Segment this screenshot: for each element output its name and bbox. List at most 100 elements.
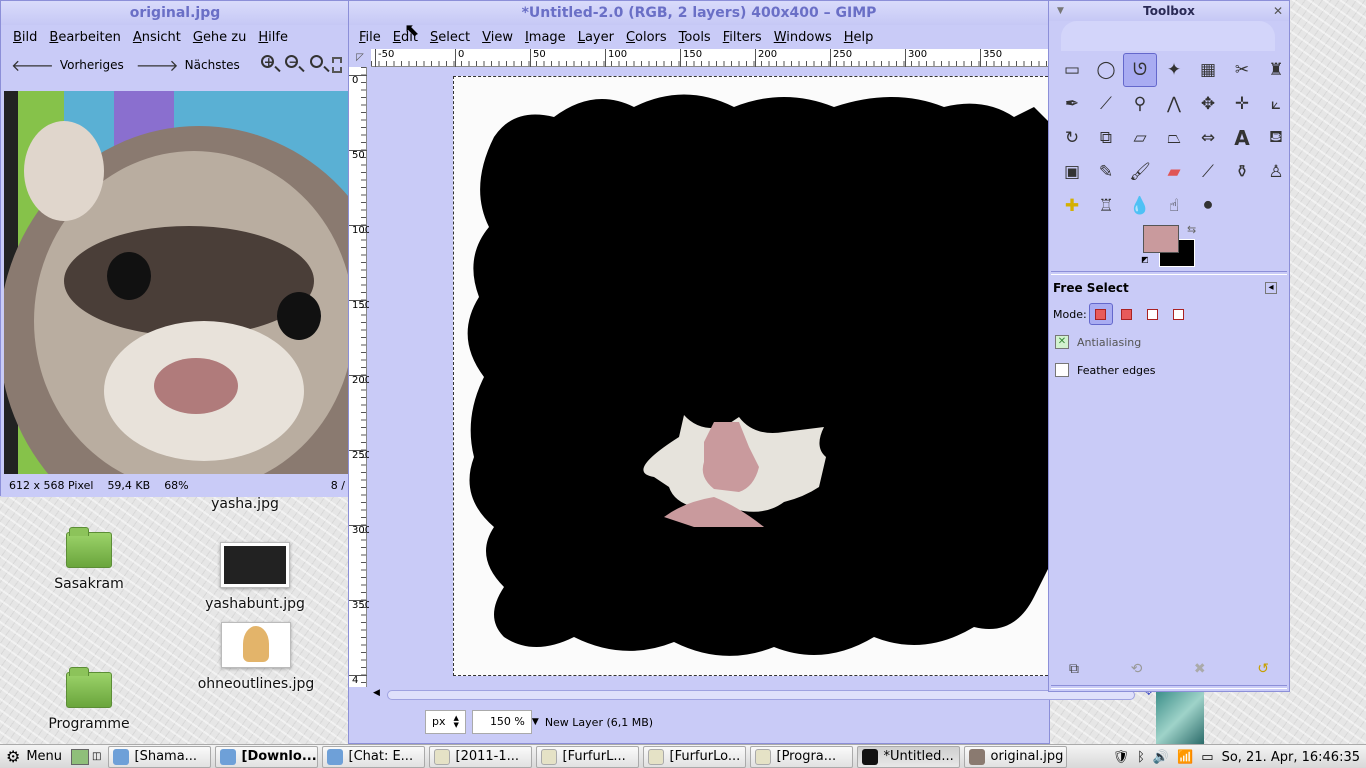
task-chat[interactable]: [Chat: E...	[321, 745, 425, 768]
unit-selector[interactable]: px ▲ ▼	[425, 710, 466, 734]
vertical-ruler[interactable]: 0 50 100 150 200 250 300 350 4	[349, 67, 371, 687]
task-folder-furfurlo[interactable]: [FurfurLo...	[642, 745, 746, 768]
free-select-icon[interactable]: ᘎ	[1123, 53, 1157, 87]
delete-options-icon[interactable]: ✖	[1194, 661, 1206, 677]
desktop-icon-programme[interactable]: Programme	[44, 667, 134, 732]
previous-button[interactable]: 🡐 Vorheriges	[11, 55, 124, 75]
viewer-titlebar[interactable]: original.jpg	[1, 1, 349, 25]
task-downloads[interactable]: [Downlo...	[214, 745, 318, 768]
crop-icon[interactable]: ⟀	[1259, 87, 1293, 121]
menu-windows[interactable]: Windows	[774, 30, 832, 45]
pencil-icon[interactable]: ✎	[1089, 155, 1123, 189]
reset-colors-icon[interactable]: ◩	[1141, 255, 1149, 264]
task-original-jpg[interactable]: original.jpg	[963, 745, 1067, 768]
zoom-in-button[interactable]: +	[259, 54, 274, 76]
rect-select-icon[interactable]: ▭	[1055, 53, 1089, 87]
fuzzy-select-icon[interactable]: ✦	[1157, 53, 1191, 87]
antialiasing-checkbox[interactable]: ✕	[1055, 335, 1069, 349]
select-by-color-icon[interactable]: ▦	[1191, 53, 1225, 87]
clock[interactable]: So, 21. Apr, 16:46:35	[1222, 750, 1360, 765]
paths-icon[interactable]: ✒	[1055, 87, 1089, 121]
canvas-area[interactable]	[369, 68, 1051, 686]
terminal-launcher-icon[interactable]	[71, 748, 90, 765]
desktop-icon-yashabunt[interactable]: yashabunt.jpg	[200, 542, 310, 612]
airbrush-icon[interactable]: ⟋	[1191, 155, 1225, 189]
feather-option[interactable]: Feather edges	[1055, 363, 1156, 377]
scroll-left-icon[interactable]: ◀	[373, 688, 380, 698]
mode-subtract-button[interactable]	[1141, 303, 1165, 325]
zoom-fit-button[interactable]	[308, 54, 323, 76]
blend-icon[interactable]: ▣	[1055, 155, 1089, 189]
zoom-field[interactable]: 150 %	[471, 710, 532, 734]
heal-icon[interactable]: ✚	[1055, 189, 1089, 223]
viewer-menu-bild[interactable]: Bild	[13, 30, 37, 45]
mode-add-button[interactable]	[1115, 303, 1139, 325]
volume-icon[interactable]: 🔊	[1153, 750, 1169, 765]
eraser-icon[interactable]: ▰	[1157, 155, 1191, 189]
flip-icon[interactable]: ⇔	[1191, 121, 1225, 155]
zoom-dropdown-icon[interactable]: ▼	[532, 717, 539, 727]
start-menu-button[interactable]: ⚙ Menu	[0, 747, 68, 766]
zoom-out-button[interactable]: −	[283, 54, 298, 76]
wilber-drop-area[interactable]	[1061, 21, 1275, 51]
ruler-corner-icon[interactable]: ◸	[351, 49, 369, 67]
paintbrush-icon[interactable]: 🖌	[1123, 155, 1157, 189]
scrollbar-thumb[interactable]	[387, 690, 1135, 700]
bucket-fill-icon[interactable]: ⛾	[1259, 121, 1293, 155]
image-canvas[interactable]	[453, 76, 1051, 676]
battery-icon[interactable]: ▭	[1201, 750, 1213, 765]
task-folder-2011[interactable]: [2011-1...	[428, 745, 532, 768]
menu-view[interactable]: View	[482, 30, 513, 45]
network-signal-icon[interactable]: 📶	[1177, 750, 1193, 765]
menu-layer[interactable]: Layer	[578, 30, 614, 45]
viewer-menu-bearbeiten[interactable]: Bearbeiten	[49, 30, 120, 45]
toolbox-titlebar[interactable]: ▼ Toolbox ✕	[1049, 1, 1289, 21]
mode-intersect-button[interactable]	[1167, 303, 1191, 325]
task-shama[interactable]: [Shama...	[107, 745, 211, 768]
menu-colors[interactable]: Colors	[626, 30, 667, 45]
viewer-menu-gehe-zu[interactable]: Gehe zu	[193, 30, 247, 45]
horizontal-scrollbar[interactable]: ◀ ✥	[369, 688, 1153, 702]
ellipse-select-icon[interactable]: ◯	[1089, 53, 1123, 87]
menu-help[interactable]: Help	[844, 30, 874, 45]
foreground-color-swatch[interactable]	[1143, 225, 1179, 253]
menu-tools[interactable]: Tools	[679, 30, 711, 45]
gimp-titlebar[interactable]: *Untitled-2.0 (RGB, 2 layers) 400x400 – …	[349, 1, 1049, 25]
desktop-icon-sasakram[interactable]: Sasakram	[44, 527, 134, 592]
scissors-icon[interactable]: ✂	[1225, 53, 1259, 87]
perspective-icon[interactable]: ⏢	[1157, 121, 1191, 155]
antialiasing-option[interactable]: ✕ Antialiasing	[1055, 335, 1141, 349]
perspective-clone-icon[interactable]: ♖	[1089, 189, 1123, 223]
text-icon[interactable]: A	[1225, 121, 1259, 155]
reset-options-icon[interactable]: ↺	[1257, 661, 1269, 677]
restore-options-icon[interactable]: ⟲	[1131, 661, 1143, 677]
foreground-select-icon[interactable]: ♜	[1259, 53, 1293, 87]
zoom-icon[interactable]: ⚲	[1123, 87, 1157, 121]
blur-icon[interactable]: 💧	[1123, 189, 1157, 223]
desktop-icon-ohneoutlines[interactable]: ohneoutlines.jpg	[196, 622, 316, 692]
tool-options-menu-icon[interactable]: ◂	[1265, 282, 1277, 294]
menu-filters[interactable]: Filters	[723, 30, 762, 45]
swap-colors-icon[interactable]: ⇆	[1187, 223, 1196, 236]
measure-icon[interactable]: ⋀	[1157, 87, 1191, 121]
align-icon[interactable]: ✛	[1225, 87, 1259, 121]
close-icon[interactable]: ✕	[1273, 1, 1283, 21]
clone-icon[interactable]: ♙	[1259, 155, 1293, 189]
task-folder-programme[interactable]: [Progra...	[749, 745, 853, 768]
mode-replace-button[interactable]	[1088, 303, 1113, 325]
menu-file[interactable]: File	[359, 30, 381, 45]
shear-icon[interactable]: ▱	[1123, 121, 1157, 155]
fullscreen-button[interactable]	[332, 57, 343, 73]
launcher-menu-icon[interactable]: ◫	[92, 751, 101, 762]
task-gimp-untitled[interactable]: *Untitled...	[856, 745, 960, 768]
viewer-menu-ansicht[interactable]: Ansicht	[133, 30, 181, 45]
menu-select[interactable]: Select	[430, 30, 470, 45]
scale-icon[interactable]: ⧉	[1089, 121, 1123, 155]
rotate-icon[interactable]: ↻	[1055, 121, 1089, 155]
viewer-menu-hilfe[interactable]: Hilfe	[258, 30, 288, 45]
shield-icon[interactable]: 🛡	[1113, 750, 1130, 765]
smudge-icon[interactable]: ☝	[1157, 189, 1191, 223]
feather-checkbox[interactable]	[1055, 363, 1069, 377]
task-folder-furfurl[interactable]: [FurfurL...	[535, 745, 639, 768]
next-button[interactable]: 🡒 Nächstes	[136, 55, 240, 75]
